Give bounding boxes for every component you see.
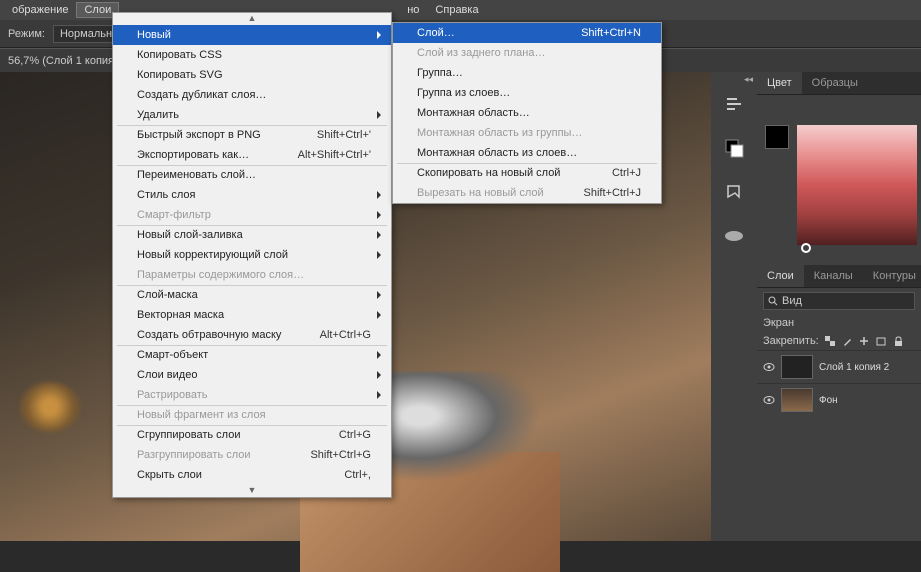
menu-layer-mask[interactable]: Слой-маска (113, 285, 391, 305)
layers-dropdown-menu: ▲ Новый Копировать CSS Копировать SVG Со… (112, 12, 392, 498)
visibility-icon[interactable] (763, 395, 775, 405)
submenu-artboard-from-layers[interactable]: Монтажная область из слоев… (393, 143, 661, 163)
layer-row[interactable]: Фон (757, 383, 921, 416)
color-cursor[interactable] (801, 243, 811, 253)
submenu-copy-to-new-layer[interactable]: Скопировать на новый слойCtrl+J (393, 163, 661, 183)
new-submenu: Слой…Shift+Ctrl+N Слой из заднего плана…… (392, 22, 662, 204)
history-icon[interactable] (722, 92, 746, 116)
layer-thumbnail[interactable] (781, 355, 813, 379)
menu-image[interactable]: ображение (4, 2, 76, 18)
tab-paths[interactable]: Контуры (863, 265, 921, 287)
menu-quick-export[interactable]: Быстрый экспорт в PNGShift+Ctrl+' (113, 125, 391, 145)
menu-new-fill-layer[interactable]: Новый слой-заливка (113, 225, 391, 245)
swatch-icon[interactable] (722, 136, 746, 160)
right-panel-dock: Цвет Образцы Слои Каналы Контуры Вид Экр… (757, 72, 921, 541)
menu-smart-filter: Смарт-фильтр (113, 205, 391, 225)
visibility-icon[interactable] (763, 362, 775, 372)
brush-icon[interactable] (722, 224, 746, 248)
submenu-artboard-from-group: Монтажная область из группы… (393, 123, 661, 143)
color-panel-tabs: Цвет Образцы (757, 72, 921, 95)
lock-transparency-icon[interactable] (825, 336, 836, 347)
menu-new-adjustment-layer[interactable]: Новый корректирующий слой (113, 245, 391, 265)
layers-panel-tabs: Слои Каналы Контуры (757, 265, 921, 288)
layer-row[interactable]: Слой 1 копия 2 (757, 350, 921, 383)
lock-pixels-icon[interactable] (842, 336, 853, 347)
menu-delete[interactable]: Удалить (113, 105, 391, 125)
menu-rasterize: Растрировать (113, 385, 391, 405)
lock-all-icon[interactable] (893, 336, 904, 347)
menu-ungroup-layers: Разгруппировать слоиShift+Ctrl+G (113, 445, 391, 465)
menu-hide-layers[interactable]: Скрыть слоиCtrl+, (113, 465, 391, 485)
search-icon (768, 296, 778, 306)
layer-name[interactable]: Фон (819, 395, 838, 406)
layer-name[interactable]: Слой 1 копия 2 (819, 362, 889, 373)
menu-copy-svg[interactable]: Копировать SVG (113, 65, 391, 85)
layers-panel: Вид Экран Закрепить: Слой 1 копия 2 Фон (757, 288, 921, 541)
lock-label: Закрепить: (763, 335, 819, 347)
scroll-up-icon[interactable]: ▲ (113, 13, 391, 25)
submenu-group[interactable]: Группа… (393, 63, 661, 83)
submenu-layer[interactable]: Слой…Shift+Ctrl+N (393, 23, 661, 43)
menu-clipping-mask[interactable]: Создать обтравочную маскуAlt+Ctrl+G (113, 325, 391, 345)
tab-color[interactable]: Цвет (757, 72, 802, 94)
submenu-layer-from-bg: Слой из заднего плана… (393, 43, 661, 63)
scroll-down-icon[interactable]: ▼ (113, 485, 391, 497)
tab-swatches[interactable]: Образцы (802, 72, 868, 94)
tab-channels[interactable]: Каналы (804, 265, 863, 287)
menu-copy-css[interactable]: Копировать CSS (113, 45, 391, 65)
color-picker-field[interactable] (797, 125, 917, 245)
expand-icon[interactable]: ◂◂ (744, 74, 753, 85)
submenu-group-from-layers[interactable]: Группа из слоев… (393, 83, 661, 103)
foreground-color[interactable] (765, 125, 789, 149)
paragraph-icon[interactable] (722, 180, 746, 204)
menu-help[interactable]: Справка (427, 2, 486, 18)
menu-video-layers[interactable]: Слои видео (113, 365, 391, 385)
tab-layers[interactable]: Слои (757, 265, 804, 287)
submenu-artboard[interactable]: Монтажная область… (393, 103, 661, 123)
menu-layer-content-options: Параметры содержимого слоя… (113, 265, 391, 285)
image-detail (20, 382, 80, 432)
lock-position-icon[interactable] (859, 336, 870, 347)
menu-layer-style[interactable]: Стиль слоя (113, 185, 391, 205)
collapsed-panels: ◂◂ (711, 72, 757, 541)
layer-filter-select[interactable]: Вид (763, 292, 915, 310)
mode-label: Режим: (8, 28, 45, 40)
lock-artboard-icon[interactable] (876, 336, 887, 347)
menu-vector-mask[interactable]: Векторная маска (113, 305, 391, 325)
menu-group-layers[interactable]: Сгруппировать слоиCtrl+G (113, 425, 391, 445)
menu-smart-objects[interactable]: Смарт-объект (113, 345, 391, 365)
menu-duplicate-layer[interactable]: Создать дубликат слоя… (113, 85, 391, 105)
menu-export-as[interactable]: Экспортировать как…Alt+Shift+Ctrl+' (113, 145, 391, 165)
layer-thumbnail[interactable] (781, 388, 813, 412)
menu-new-slice-from-layer: Новый фрагмент из слоя (113, 405, 391, 425)
menu-rename-layer[interactable]: Переименовать слой… (113, 165, 391, 185)
submenu-cut-to-new-layer: Вырезать на новый слойShift+Ctrl+J (393, 183, 661, 203)
menu-new[interactable]: Новый (113, 25, 391, 45)
lock-row: Закрепить: (757, 332, 921, 350)
menu-window[interactable]: но (399, 2, 427, 18)
color-panel (757, 95, 921, 265)
layer-blend-mode[interactable]: Экран (757, 314, 921, 332)
layer-list: Слой 1 копия 2 Фон (757, 350, 921, 541)
